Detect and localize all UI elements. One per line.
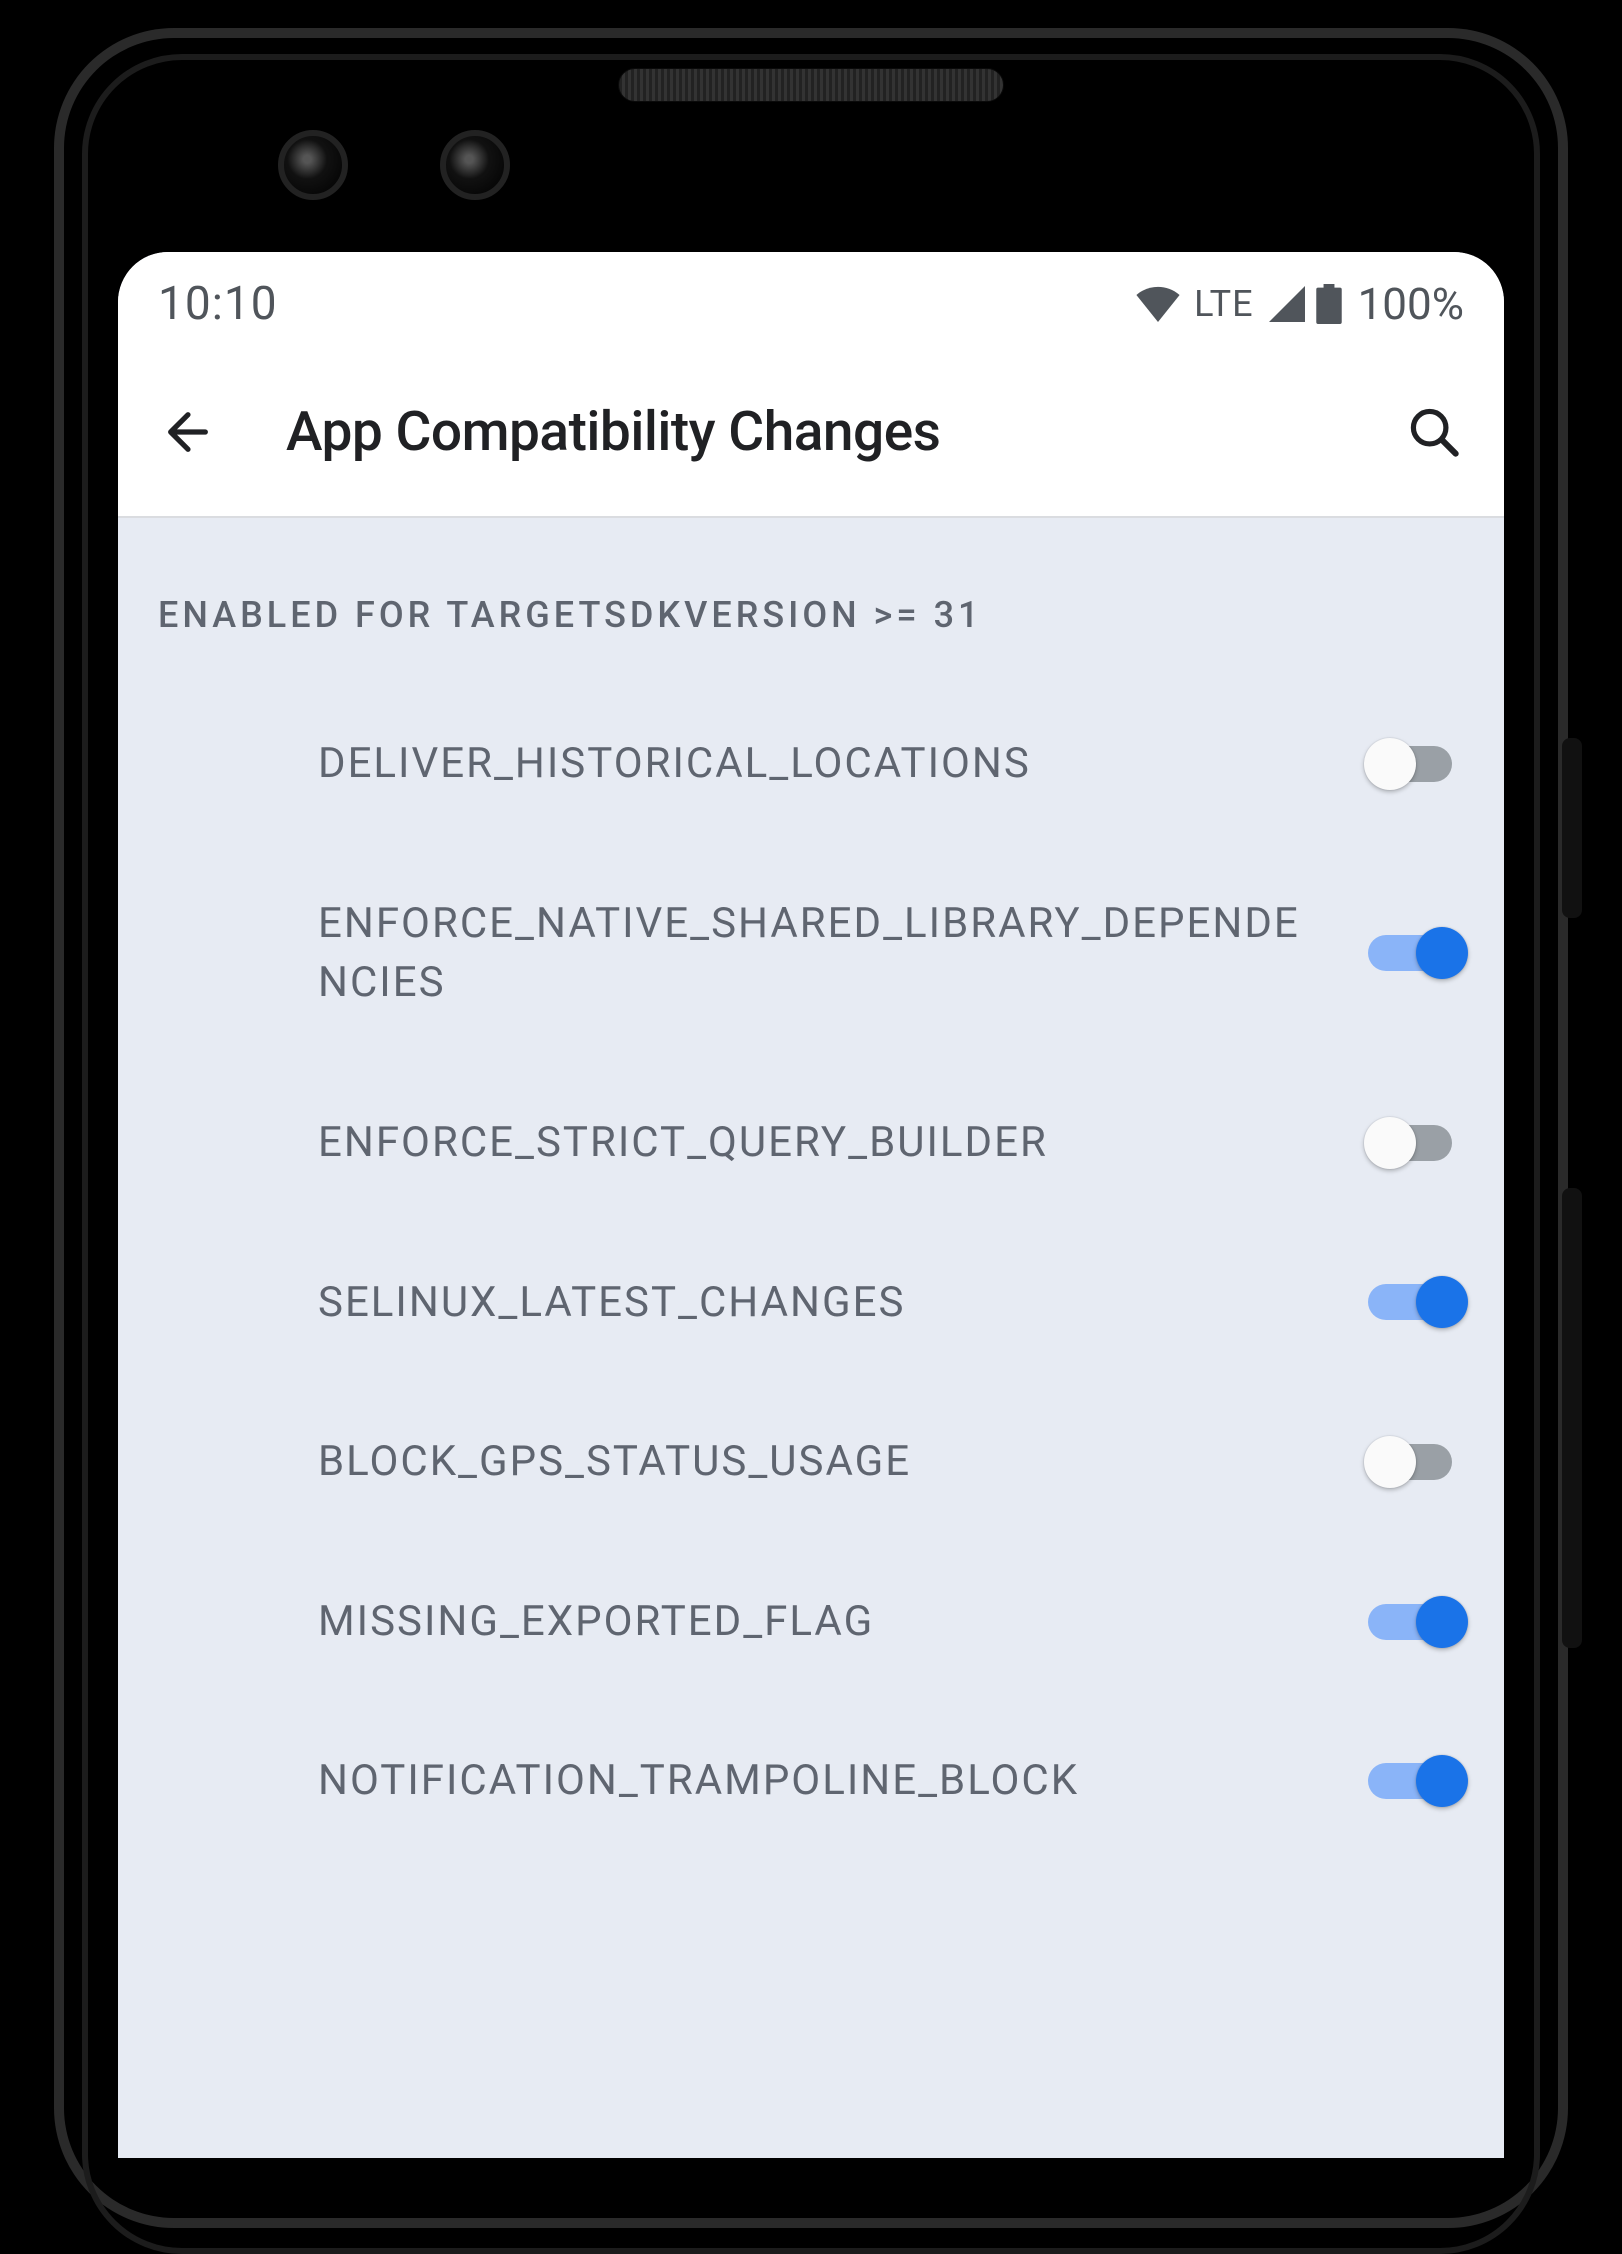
phone-side-button xyxy=(1562,738,1582,918)
search-icon xyxy=(1408,406,1460,458)
toggle-label: ENFORCE_NATIVE_SHARED_LIBRARY_DEPENDENCI… xyxy=(318,894,1368,1013)
arrow-left-icon xyxy=(162,406,214,458)
toggle-switch[interactable] xyxy=(1368,1596,1464,1648)
toggle-switch[interactable] xyxy=(1368,1755,1464,1807)
toggle-switch[interactable] xyxy=(1368,1436,1464,1488)
toggle-row[interactable]: MISSING_EXPORTED_FLAG xyxy=(118,1542,1504,1702)
phone-sensor xyxy=(960,150,1000,190)
toggle-switch[interactable] xyxy=(1368,1117,1464,1169)
toggle-row[interactable]: DELIVER_HISTORICAL_LOCATIONS xyxy=(118,684,1504,844)
search-button[interactable] xyxy=(1404,402,1464,462)
toggle-switch[interactable] xyxy=(1368,738,1464,790)
toggle-row[interactable]: NOTIFICATION_TRAMPOLINE_BLOCK xyxy=(118,1701,1504,1861)
battery-pct: 100% xyxy=(1358,278,1464,330)
wifi-icon xyxy=(1136,286,1180,322)
status-time: 10:10 xyxy=(158,277,278,331)
content: ENABLED FOR TARGETSDKVERSION >= 31 DELIV… xyxy=(118,518,1504,1861)
toggle-switch[interactable] xyxy=(1368,927,1464,979)
toggle-switch[interactable] xyxy=(1368,1276,1464,1328)
toggle-label: NOTIFICATION_TRAMPOLINE_BLOCK xyxy=(318,1751,1368,1811)
back-button[interactable] xyxy=(158,402,218,462)
status-bar: 10:10 LTE 100% xyxy=(118,252,1504,348)
status-icons: LTE 100% xyxy=(1136,278,1464,330)
toggle-row[interactable]: BLOCK_GPS_STATUS_USAGE xyxy=(118,1382,1504,1542)
network-label: LTE xyxy=(1194,283,1254,325)
phone-camera xyxy=(440,130,510,200)
toggle-label: DELIVER_HISTORICAL_LOCATIONS xyxy=(318,734,1368,794)
cellular-icon xyxy=(1268,286,1306,322)
toggle-row[interactable]: ENFORCE_STRICT_QUERY_BUILDER xyxy=(118,1063,1504,1223)
page-title: App Compatibility Changes xyxy=(286,400,940,464)
toggle-row[interactable]: ENFORCE_NATIVE_SHARED_LIBRARY_DEPENDENCI… xyxy=(118,844,1504,1063)
toggle-row[interactable]: SELINUX_LATEST_CHANGES xyxy=(118,1223,1504,1383)
toggle-label: SELINUX_LATEST_CHANGES xyxy=(318,1273,1368,1333)
toggle-label: MISSING_EXPORTED_FLAG xyxy=(318,1592,1368,1652)
screen: 10:10 LTE 100% App Compatibility Changes… xyxy=(118,252,1504,2158)
toggle-label: BLOCK_GPS_STATUS_USAGE xyxy=(318,1432,1368,1492)
section-header: ENABLED FOR TARGETSDKVERSION >= 31 xyxy=(118,564,1504,684)
phone-camera xyxy=(278,130,348,200)
phone-volume-rocker xyxy=(1562,1188,1582,1648)
toggle-label: ENFORCE_STRICT_QUERY_BUILDER xyxy=(318,1113,1368,1173)
toggle-list: DELIVER_HISTORICAL_LOCATIONS ENFORCE_NATI… xyxy=(118,684,1504,1861)
battery-icon xyxy=(1316,284,1342,324)
phone-speaker xyxy=(618,68,1004,102)
app-header: App Compatibility Changes xyxy=(118,348,1504,518)
